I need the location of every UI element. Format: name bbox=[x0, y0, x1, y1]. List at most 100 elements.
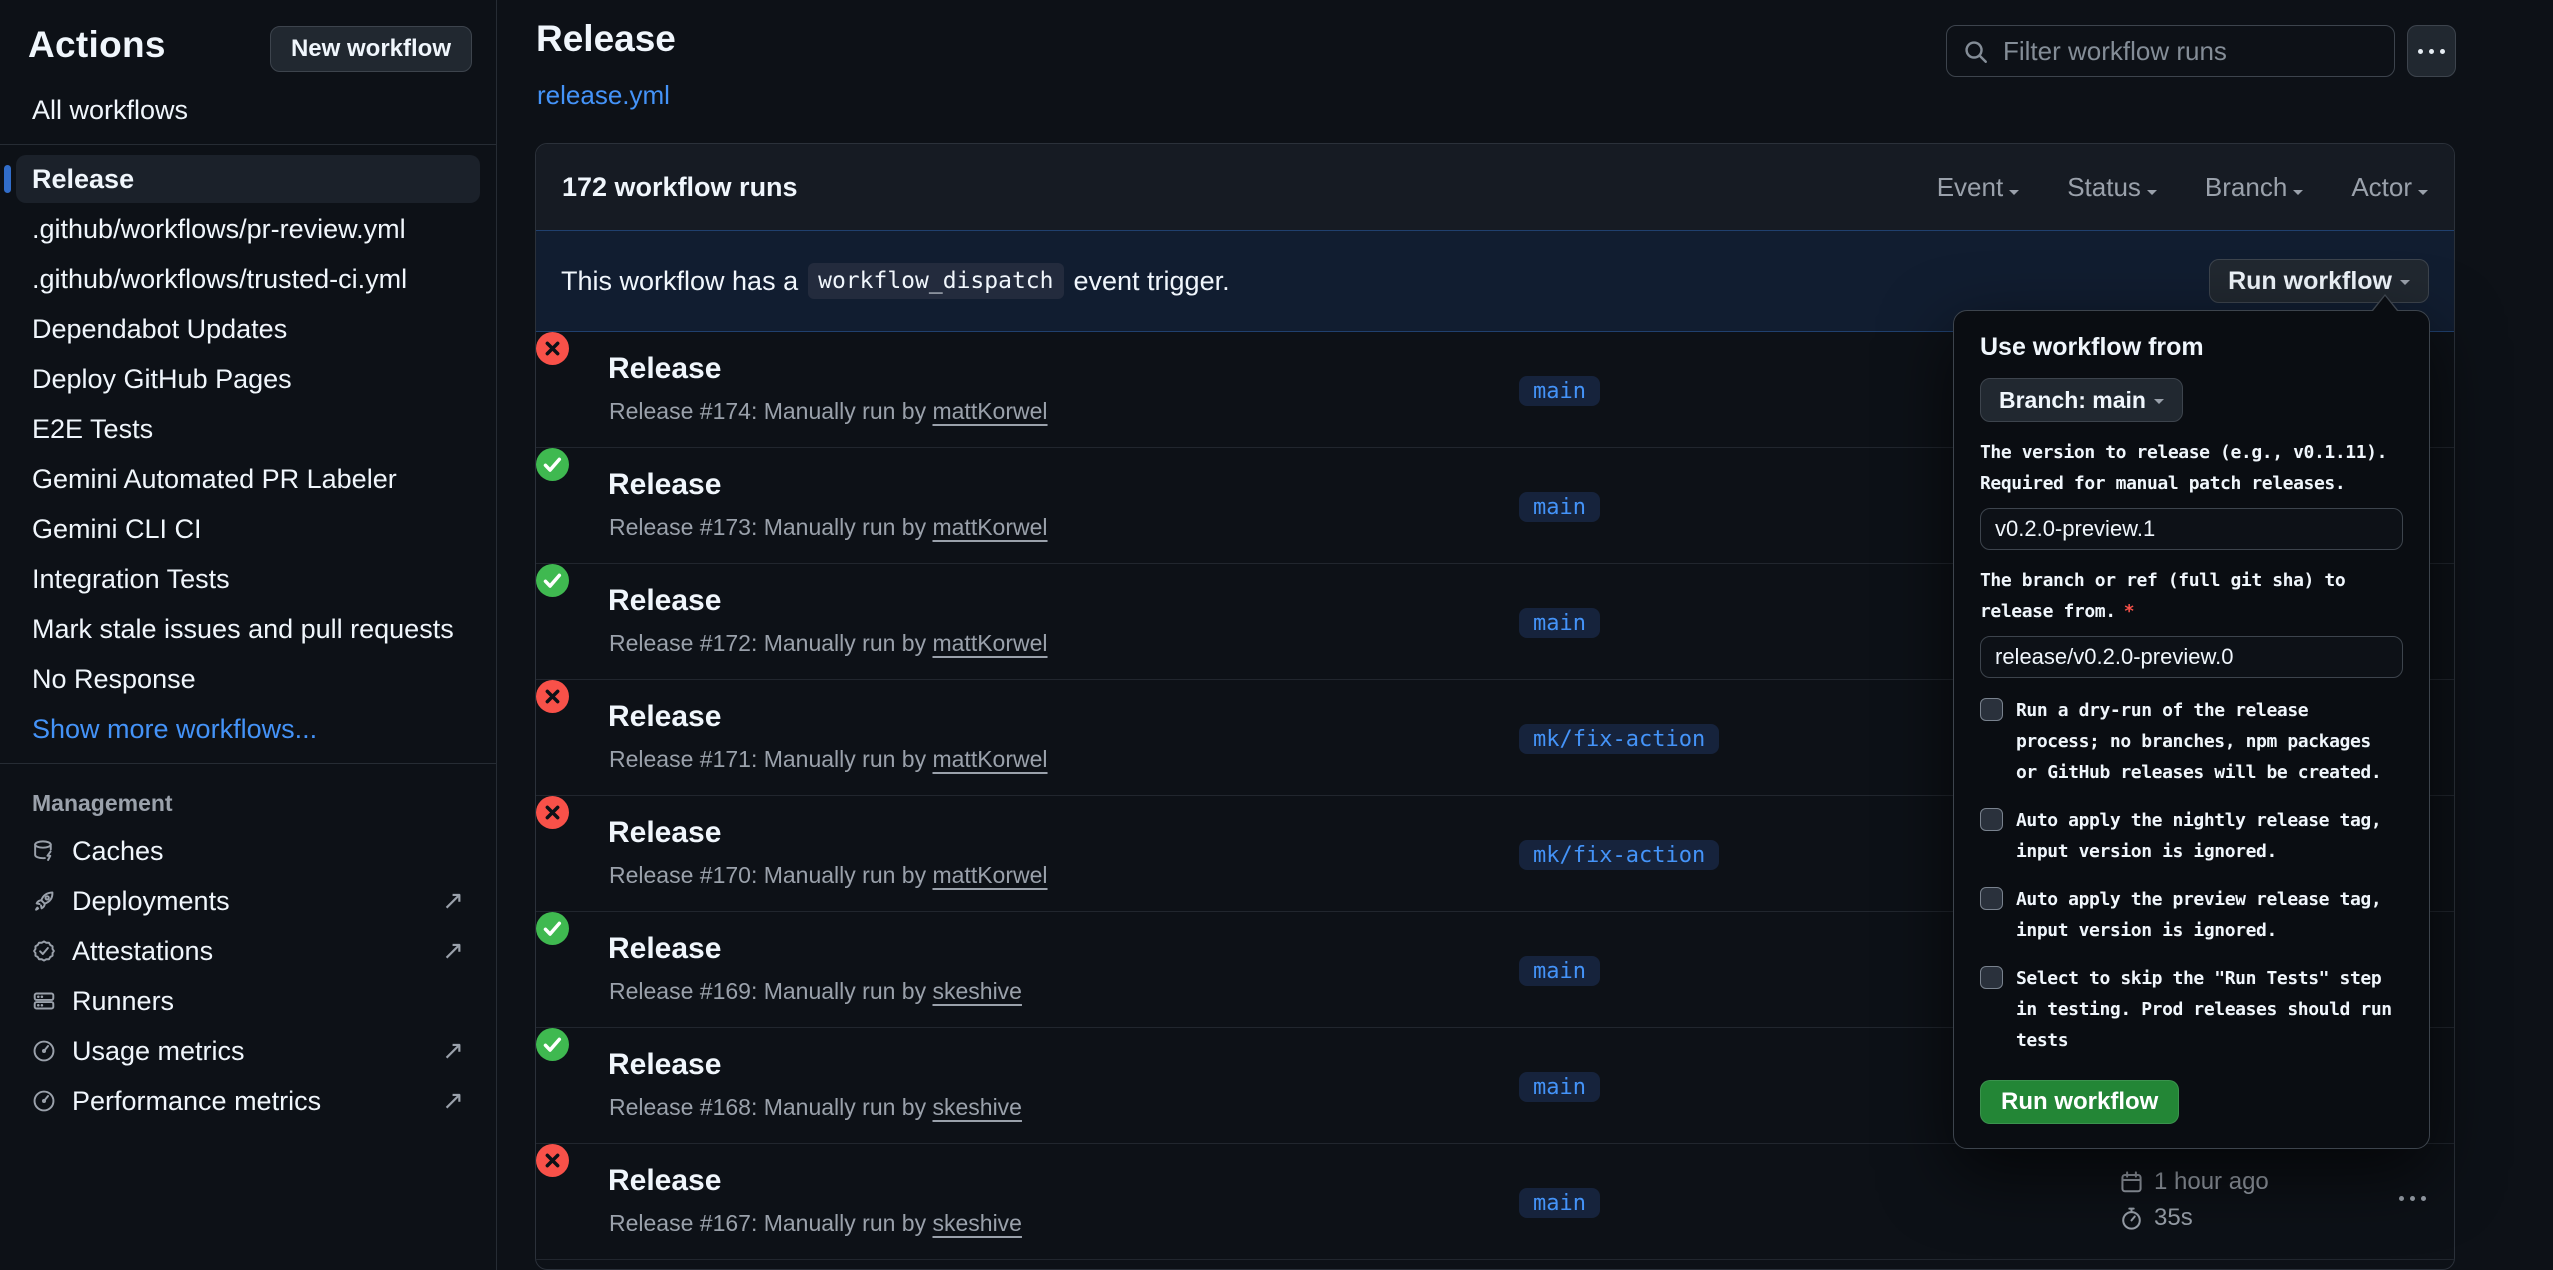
branch-pill[interactable]: mk/fix-action bbox=[1519, 724, 1719, 754]
branch-pill[interactable]: main bbox=[1519, 492, 1600, 522]
run-title-link[interactable]: Release bbox=[608, 932, 721, 966]
workflow-file-link[interactable]: release.yml bbox=[537, 80, 670, 111]
filter-dropdown-status[interactable]: Status bbox=[2067, 172, 2157, 203]
banner-text-prefix: This workflow has a bbox=[561, 266, 798, 297]
run-filters: Event Status Branch Actor bbox=[1937, 172, 2428, 203]
ellipsis-icon bbox=[2418, 49, 2445, 54]
time-ago: 1 hour ago bbox=[2154, 1168, 2269, 1196]
filter-dropdown-branch[interactable]: Branch bbox=[2205, 172, 2303, 203]
run-title-link[interactable]: Release bbox=[608, 352, 721, 386]
checkbox[interactable] bbox=[1980, 887, 2003, 910]
meter-icon bbox=[32, 1039, 56, 1063]
chevron-down-icon bbox=[2009, 190, 2019, 200]
sidebar-item-gemini-automated-pr-labeler[interactable]: Gemini Automated PR Labeler bbox=[16, 455, 480, 503]
branch-pill[interactable]: main bbox=[1519, 376, 1600, 406]
required-asterisk: * bbox=[2124, 601, 2134, 622]
run-meta: Release #167: Manually run by skeshive bbox=[609, 1210, 1022, 1237]
management-item-deployments[interactable]: Deployments↗ bbox=[16, 877, 480, 925]
run-title-link[interactable]: Release bbox=[608, 816, 721, 850]
dialog-run-workflow-button[interactable]: Run workflow bbox=[1980, 1080, 2179, 1124]
dialog-checkbox-list: Run a dry-run of the release process; no… bbox=[1980, 695, 2403, 1056]
check-circle-icon bbox=[536, 1028, 569, 1061]
management-nav-list: CachesDeployments↗Attestations↗RunnersUs… bbox=[0, 827, 496, 1125]
cache-icon bbox=[32, 839, 56, 863]
calendar-icon bbox=[2119, 1170, 2144, 1195]
dialog-checkbox-row: Run a dry-run of the release process; no… bbox=[1980, 695, 2403, 788]
workflow-nav-list: Release.github/workflows/pr-review.yml.g… bbox=[0, 155, 496, 703]
actor-link[interactable]: skeshive bbox=[932, 1210, 1021, 1236]
actor-link[interactable]: mattKorwel bbox=[932, 514, 1047, 540]
header-kebab-button[interactable] bbox=[2407, 25, 2456, 77]
management-item-label: Deployments bbox=[72, 886, 230, 917]
sidebar-item-integration-tests[interactable]: Integration Tests bbox=[16, 555, 480, 603]
sidebar-item-github-workflows-pr-review-yml[interactable]: .github/workflows/pr-review.yml bbox=[16, 205, 480, 253]
checkbox[interactable] bbox=[1980, 698, 2003, 721]
sidebar-item-no-response[interactable]: No Response bbox=[16, 655, 480, 703]
rocket-icon bbox=[32, 889, 56, 913]
version-input[interactable] bbox=[1980, 508, 2403, 550]
actions-sidebar: Actions New workflow All workflows Relea… bbox=[0, 0, 497, 1270]
sidebar-item-release[interactable]: Release bbox=[16, 155, 480, 203]
x-circle-icon bbox=[536, 332, 569, 365]
sidebar-item-github-workflows-trusted-ci-yml[interactable]: .github/workflows/trusted-ci.yml bbox=[16, 255, 480, 303]
run-meta: Release #172: Manually run by mattKorwel bbox=[609, 630, 1048, 657]
management-item-usage-metrics[interactable]: Usage metrics↗ bbox=[16, 1027, 480, 1075]
ref-input[interactable] bbox=[1980, 636, 2403, 678]
actor-link[interactable]: skeshive bbox=[932, 978, 1021, 1004]
dialog-checkbox-row: Select to skip the "Run Tests" step in t… bbox=[1980, 963, 2403, 1056]
actor-link[interactable]: mattKorwel bbox=[932, 746, 1047, 772]
run-title-link[interactable]: Release bbox=[608, 584, 721, 618]
checkbox[interactable] bbox=[1980, 966, 2003, 989]
sidebar-item-dependabot-updates[interactable]: Dependabot Updates bbox=[16, 305, 480, 353]
sidebar-item-mark-stale-issues-and-pull-requests[interactable]: Mark stale issues and pull requests bbox=[16, 605, 480, 653]
sidebar-item-deploy-github-pages[interactable]: Deploy GitHub Pages bbox=[16, 355, 480, 403]
management-item-label: Performance metrics bbox=[72, 1086, 321, 1117]
branch-pill[interactable]: mk/fix-action bbox=[1519, 840, 1719, 870]
branch-pill[interactable]: main bbox=[1519, 956, 1600, 986]
duration: 35s bbox=[2154, 1204, 2193, 1232]
branch-pill[interactable]: main bbox=[1519, 608, 1600, 638]
sidebar-divider-2 bbox=[0, 763, 496, 764]
checkbox-label: Auto apply the nightly release tag, inpu… bbox=[2016, 805, 2381, 867]
sidebar-item-all-workflows[interactable]: All workflows bbox=[16, 86, 480, 134]
check-circle-icon bbox=[536, 912, 569, 945]
show-more-workflows-link[interactable]: Show more workflows... bbox=[16, 705, 480, 753]
sidebar-item-e2e-tests[interactable]: E2E Tests bbox=[16, 405, 480, 453]
server-icon bbox=[32, 989, 56, 1013]
page-title: Release bbox=[536, 18, 676, 60]
branch-pill[interactable]: main bbox=[1519, 1188, 1600, 1218]
sidebar-item-gemini-cli-ci[interactable]: Gemini CLI CI bbox=[16, 505, 480, 553]
management-item-attestations[interactable]: Attestations↗ bbox=[16, 927, 480, 975]
actor-link[interactable]: mattKorwel bbox=[932, 398, 1047, 424]
use-workflow-from-label: Use workflow from bbox=[1980, 333, 2403, 362]
run-title-link[interactable]: Release bbox=[608, 1048, 721, 1082]
chevron-down-icon bbox=[2147, 190, 2157, 200]
checkbox[interactable] bbox=[1980, 808, 2003, 831]
branch-selector-button[interactable]: Branch: main bbox=[1980, 378, 2183, 422]
run-title-link[interactable]: Release bbox=[608, 700, 721, 734]
actor-link[interactable]: mattKorwel bbox=[932, 862, 1047, 888]
branch-pill[interactable]: main bbox=[1519, 1072, 1600, 1102]
management-item-performance-metrics[interactable]: Performance metrics↗ bbox=[16, 1077, 480, 1125]
banner-text-suffix: event trigger. bbox=[1074, 266, 1230, 297]
x-circle-icon bbox=[536, 1144, 569, 1177]
dispatch-event-code: workflow_dispatch bbox=[808, 263, 1063, 299]
checkbox-label: Select to skip the "Run Tests" step in t… bbox=[2016, 963, 2392, 1056]
verified-badge-icon bbox=[32, 939, 56, 963]
filter-dropdown-actor[interactable]: Actor bbox=[2351, 172, 2428, 203]
management-item-runners[interactable]: Runners bbox=[16, 977, 480, 1025]
run-title-link[interactable]: Release bbox=[608, 1164, 721, 1198]
new-workflow-button[interactable]: New workflow bbox=[270, 26, 472, 72]
filter-runs-input[interactable] bbox=[1947, 26, 2394, 76]
filter-dropdown-event[interactable]: Event bbox=[1937, 172, 2020, 203]
row-kebab-button[interactable] bbox=[2391, 1188, 2434, 1209]
sidebar-divider bbox=[0, 144, 496, 145]
management-item-label: Attestations bbox=[72, 936, 213, 967]
run-title-link[interactable]: Release bbox=[608, 468, 721, 502]
actor-link[interactable]: skeshive bbox=[932, 1094, 1021, 1120]
management-item-caches[interactable]: Caches bbox=[16, 827, 480, 875]
management-item-label: Usage metrics bbox=[72, 1036, 245, 1067]
actor-link[interactable]: mattKorwel bbox=[932, 630, 1047, 656]
runs-card-header: 172 workflow runs EventStatusBranchActor bbox=[536, 144, 2454, 230]
filter-runs-search bbox=[1946, 25, 2395, 77]
